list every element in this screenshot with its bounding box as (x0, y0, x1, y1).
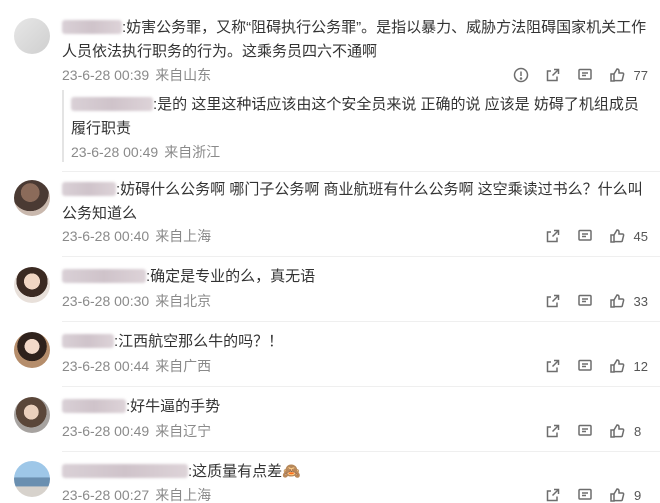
comment-body: :江西航空那么牛的吗？！ (114, 333, 284, 350)
comment-date: 23-6-28 00:30 (62, 293, 150, 309)
like-icon[interactable] (608, 357, 626, 375)
comment-location: 来自上海 (155, 228, 212, 244)
reply-text: :是的 这里这种话应该由这个安全员来说 正确的说 应该是 妨碍了机组成员履行职责 (71, 93, 647, 141)
reply-indicator (62, 90, 64, 162)
comment-date: 23-6-28 00:39 (62, 67, 150, 83)
comment-item: :好牛逼的手势 23-6-28 00:49 来自辽宁 8 (0, 387, 660, 451)
comment-meta: 23-6-28 00:49 来自辽宁 (62, 422, 211, 440)
comment-icon[interactable] (576, 357, 594, 375)
comment-text: :江西航空那么牛的吗？！ (62, 330, 648, 354)
avatar[interactable] (14, 180, 50, 216)
comment-location: 来自山东 (155, 67, 212, 83)
comment-item: :这质量有点差🙈 23-6-28 00:27 来自上海 9 (0, 452, 660, 503)
username-blurred[interactable] (62, 20, 122, 34)
comment-meta: 23-6-28 00:44 来自广西 (62, 357, 211, 375)
monkey-emoji: 🙈 (282, 463, 301, 480)
comment-date: 23-6-28 00:44 (62, 358, 150, 374)
comment-meta: 23-6-28 00:30 来自北京 (62, 292, 211, 310)
comment-text: :妨害公务罪，又称“阻碍执行公务罪”。是指以暴力、威胁方法阻碍国家机关工作人员依… (62, 16, 648, 64)
comment-actions: 12 (530, 357, 648, 375)
like-count: 9 (634, 487, 642, 503)
like-count: 12 (633, 358, 648, 374)
share-icon[interactable] (544, 357, 562, 375)
comment-date: 23-6-28 00:27 (62, 487, 150, 503)
reply-location: 来自浙江 (164, 144, 221, 160)
comment-date: 23-6-28 00:40 (62, 228, 150, 244)
comment-icon[interactable] (576, 422, 594, 440)
like-count: 33 (633, 293, 648, 309)
share-icon[interactable] (544, 227, 562, 245)
comment-item: :江西航空那么牛的吗？！ 23-6-28 00:44 来自广西 12 (0, 322, 660, 386)
comment-icon[interactable] (576, 292, 594, 310)
comment-actions: 33 (530, 292, 648, 310)
comment-body: :这质量有点差 (188, 463, 283, 480)
reply-meta: 23-6-28 00:49 来自浙江 (71, 143, 220, 161)
comment-location: 来自北京 (155, 293, 212, 309)
like-icon[interactable] (608, 422, 626, 440)
comment-actions: 45 (530, 227, 648, 245)
like-count: 8 (634, 423, 642, 439)
share-icon[interactable] (544, 66, 562, 84)
avatar[interactable] (14, 461, 50, 497)
comment-body: :好牛逼的手势 (126, 398, 221, 415)
comment-item: :妨害公务罪，又称“阻碍执行公务罪”。是指以暴力、威胁方法阻碍国家机关工作人员依… (0, 0, 660, 170)
reply-body: :是的 这里这种话应该由这个安全员来说 正确的说 应该是 妨碍了机组成员履行职责 (71, 96, 639, 137)
comment-item: :妨碍什么公务啊 哪门子公务啊 商业航班有什么公务啊 这空乘读过书么？什么叫公务… (0, 172, 660, 256)
username-blurred[interactable] (71, 97, 153, 111)
comment-location: 来自上海 (155, 487, 212, 503)
comment-icon[interactable] (576, 227, 594, 245)
username-blurred[interactable] (62, 334, 114, 348)
comment-body: :确定是专业的么，真无语 (146, 268, 316, 285)
comment-meta: 23-6-28 00:39 来自山东 (62, 66, 211, 84)
like-count: 77 (633, 67, 648, 83)
username-blurred[interactable] (62, 182, 116, 196)
comment-actions: 9 (530, 486, 648, 503)
share-icon[interactable] (544, 292, 562, 310)
comment-text: :好牛逼的手势 (62, 395, 648, 419)
username-blurred[interactable] (62, 269, 146, 283)
comment-text: :妨碍什么公务啊 哪门子公务啊 商业航班有什么公务啊 这空乘读过书么？什么叫公务… (62, 178, 648, 226)
comment-body: :妨害公务罪，又称“阻碍执行公务罪”。是指以暴力、威胁方法阻碍国家机关工作人员依… (62, 19, 647, 60)
reply-date: 23-6-28 00:49 (71, 144, 159, 160)
avatar[interactable] (14, 397, 50, 433)
comment-icon[interactable] (576, 486, 594, 503)
comment-location: 来自广西 (155, 358, 212, 374)
like-icon[interactable] (608, 66, 626, 84)
comment-location: 来自辽宁 (155, 423, 212, 439)
comment-meta: 23-6-28 00:27 来自上海 (62, 486, 211, 503)
comment-item: :确定是专业的么，真无语 23-6-28 00:30 来自北京 33 (0, 257, 660, 321)
avatar[interactable] (14, 332, 50, 368)
like-icon[interactable] (608, 486, 626, 503)
username-blurred[interactable] (62, 464, 188, 478)
avatar[interactable] (14, 267, 50, 303)
avatar[interactable] (14, 18, 50, 54)
comment-body: :妨碍什么公务啊 哪门子公务啊 商业航班有什么公务啊 这空乘读过书么？什么叫公务… (62, 181, 643, 222)
like-icon[interactable] (608, 292, 626, 310)
like-count: 45 (633, 228, 648, 244)
comment-date: 23-6-28 00:49 (62, 423, 150, 439)
share-icon[interactable] (544, 486, 562, 503)
comment-text: :确定是专业的么，真无语 (62, 265, 648, 289)
comment-meta: 23-6-28 00:40 来自上海 (62, 227, 211, 245)
comment-icon[interactable] (576, 66, 594, 84)
like-icon[interactable] (608, 227, 626, 245)
report-icon[interactable] (512, 66, 530, 84)
comment-actions: 8 (530, 422, 648, 440)
comment-text: :这质量有点差🙈 (62, 460, 648, 484)
username-blurred[interactable] (62, 399, 126, 413)
comment-actions: 77 (498, 66, 648, 84)
share-icon[interactable] (544, 422, 562, 440)
